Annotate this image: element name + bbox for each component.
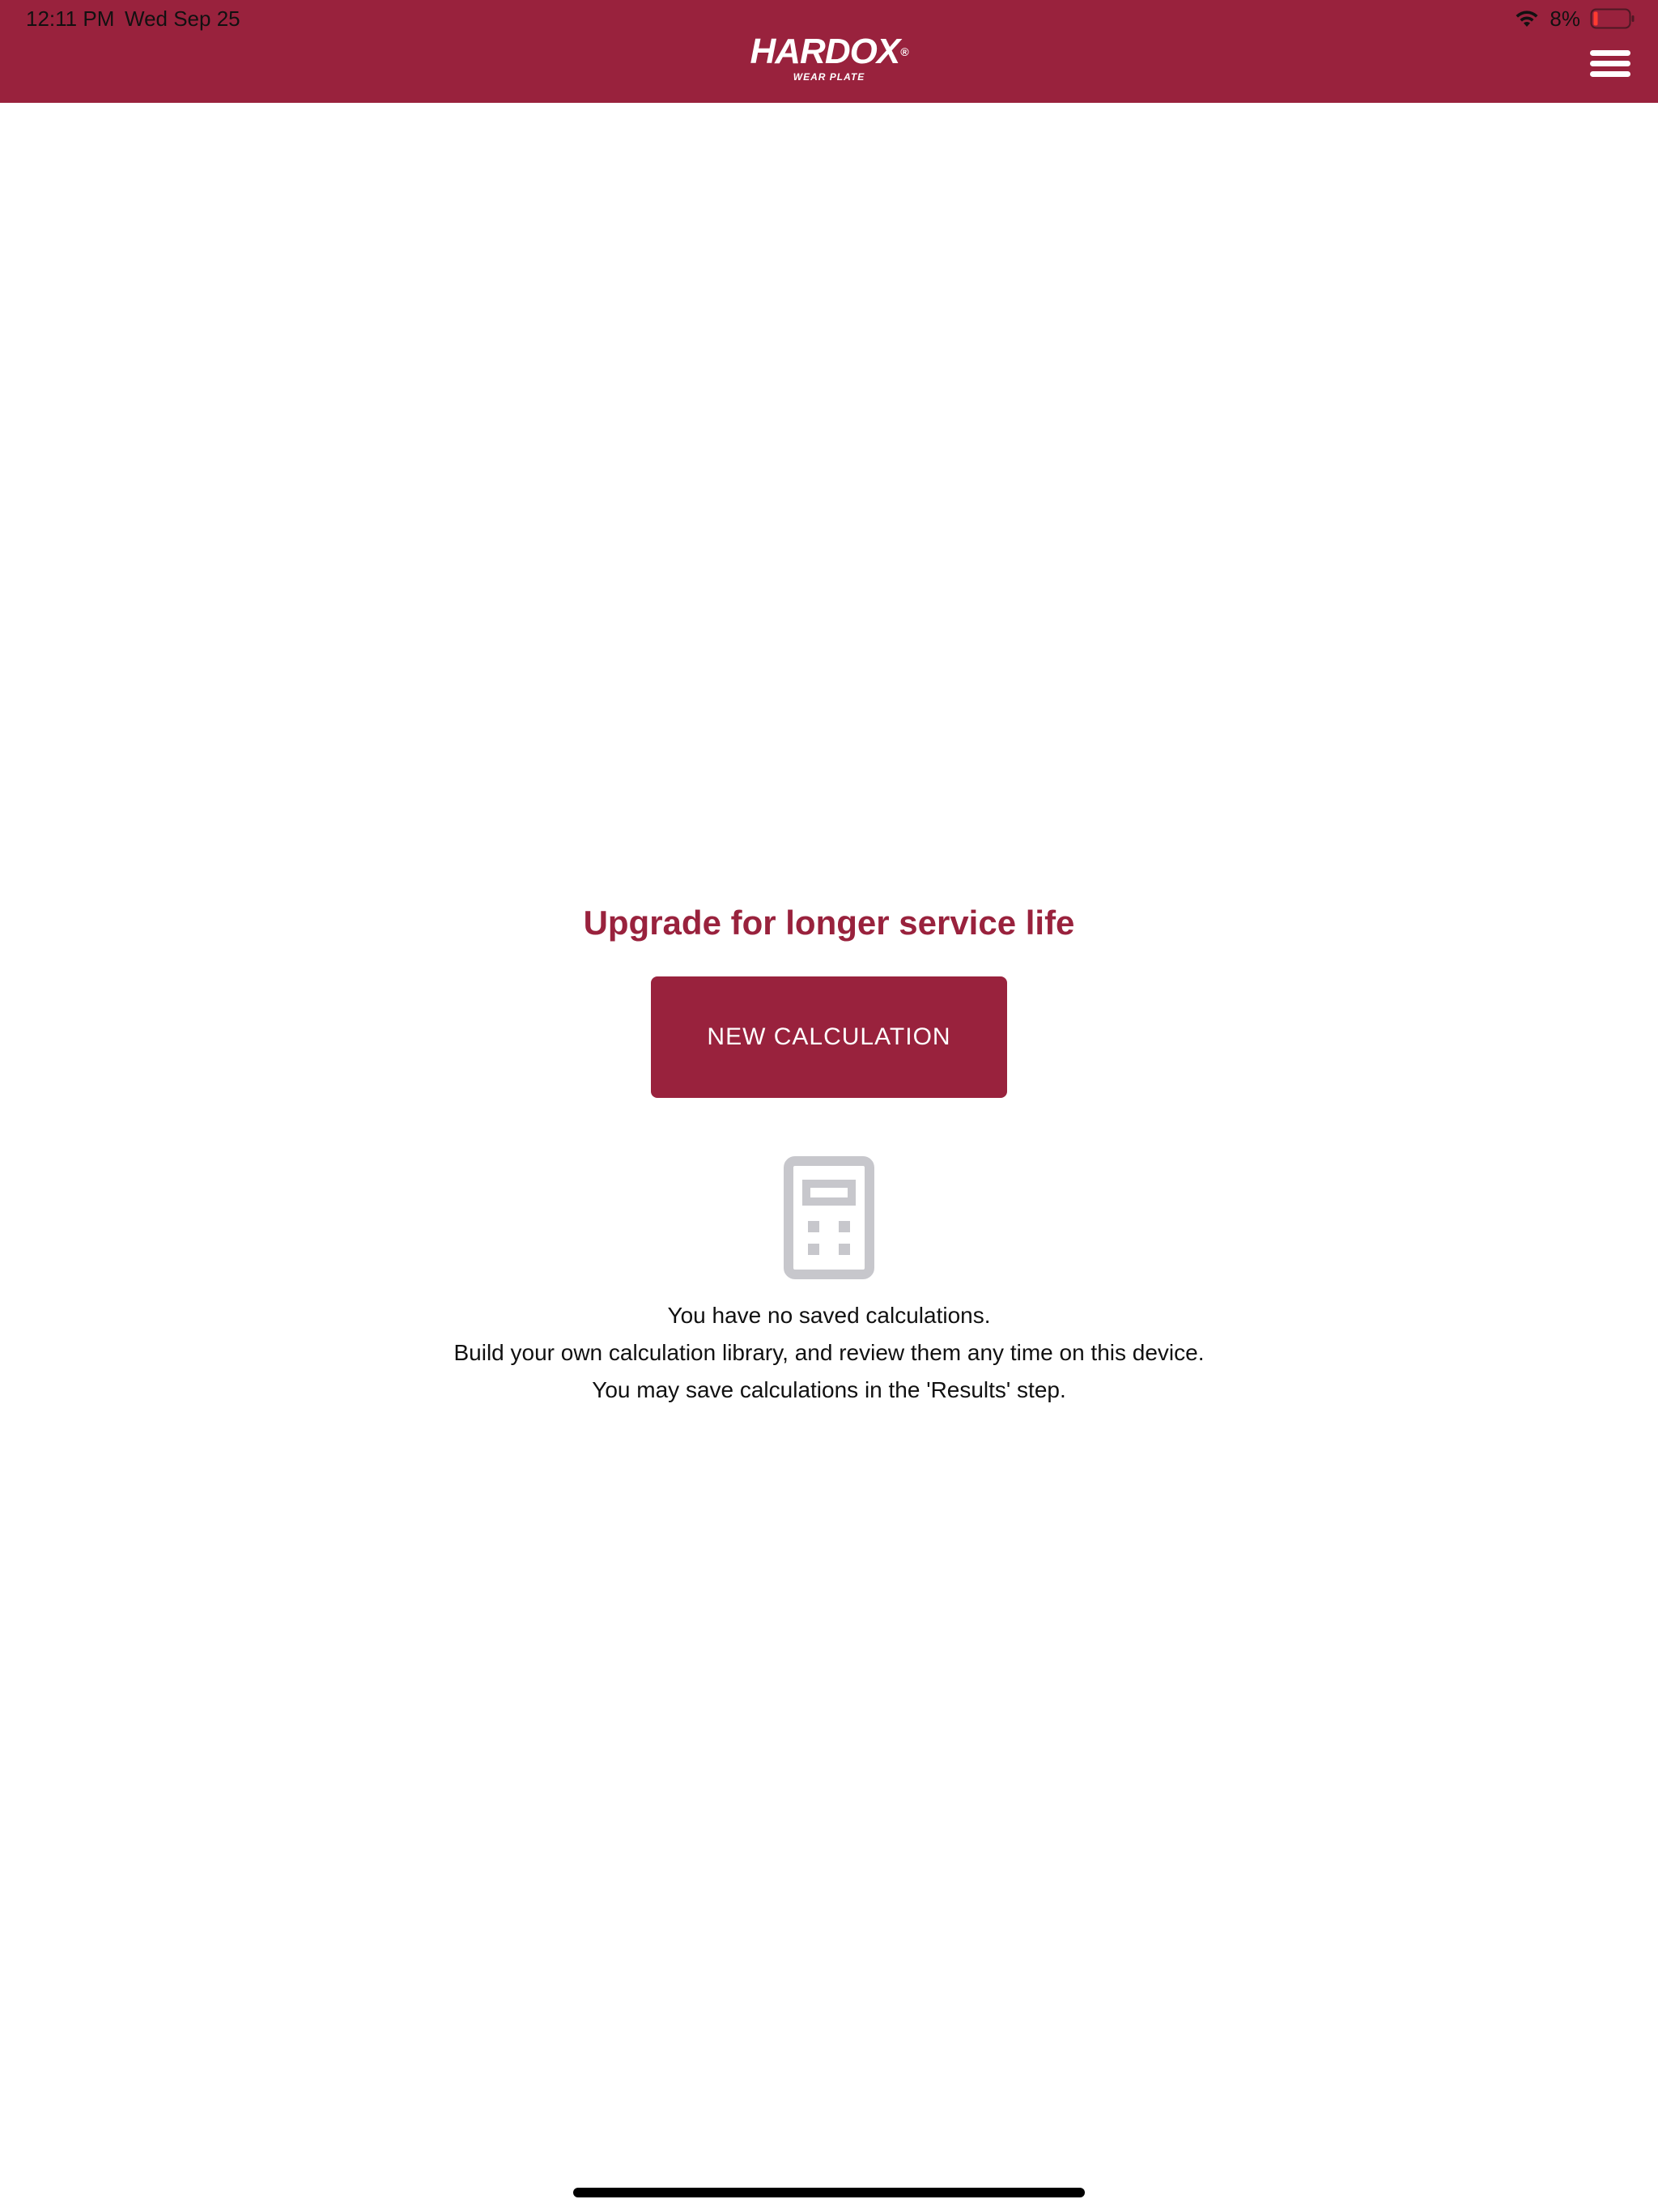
- status-time: 12:11 PM: [26, 6, 115, 31]
- home-indicator[interactable]: [573, 2188, 1085, 2197]
- logo-text: HARDOX: [750, 32, 900, 71]
- battery-icon: [1590, 8, 1635, 29]
- app-screen: 12:11 PM Wed Sep 25 8% HARDOX® WEAR PLAT…: [0, 0, 1658, 2212]
- empty-message-line: You may save calculations in the 'Result…: [592, 1377, 1066, 1402]
- battery-percent: 8%: [1550, 6, 1580, 31]
- empty-message-line: You have no saved calculations.: [667, 1303, 991, 1328]
- logo-registered-mark: ®: [900, 45, 908, 58]
- empty-message-line: Build your own calculation library, and …: [453, 1340, 1205, 1365]
- status-date: Wed Sep 25: [125, 6, 240, 31]
- status-indicators: 8%: [1514, 5, 1635, 32]
- empty-state: Upgrade for longer service life NEW CALC…: [0, 899, 1658, 1409]
- calculator-icon: [784, 1156, 874, 1279]
- new-calculation-button[interactable]: NEW CALCULATION: [651, 976, 1007, 1098]
- wifi-icon: [1516, 11, 1538, 27]
- header-bar: 12:11 PM Wed Sep 25 8% HARDOX® WEAR PLAT…: [0, 0, 1658, 103]
- hamburger-menu-icon[interactable]: [1590, 50, 1630, 78]
- empty-message: You have no saved calculations. Build yo…: [0, 1297, 1658, 1409]
- page-title: Upgrade for longer service life: [583, 904, 1075, 942]
- hardox-logo: HARDOX® WEAR PLATE: [750, 34, 908, 83]
- logo-subtitle: WEAR PLATE: [793, 71, 865, 83]
